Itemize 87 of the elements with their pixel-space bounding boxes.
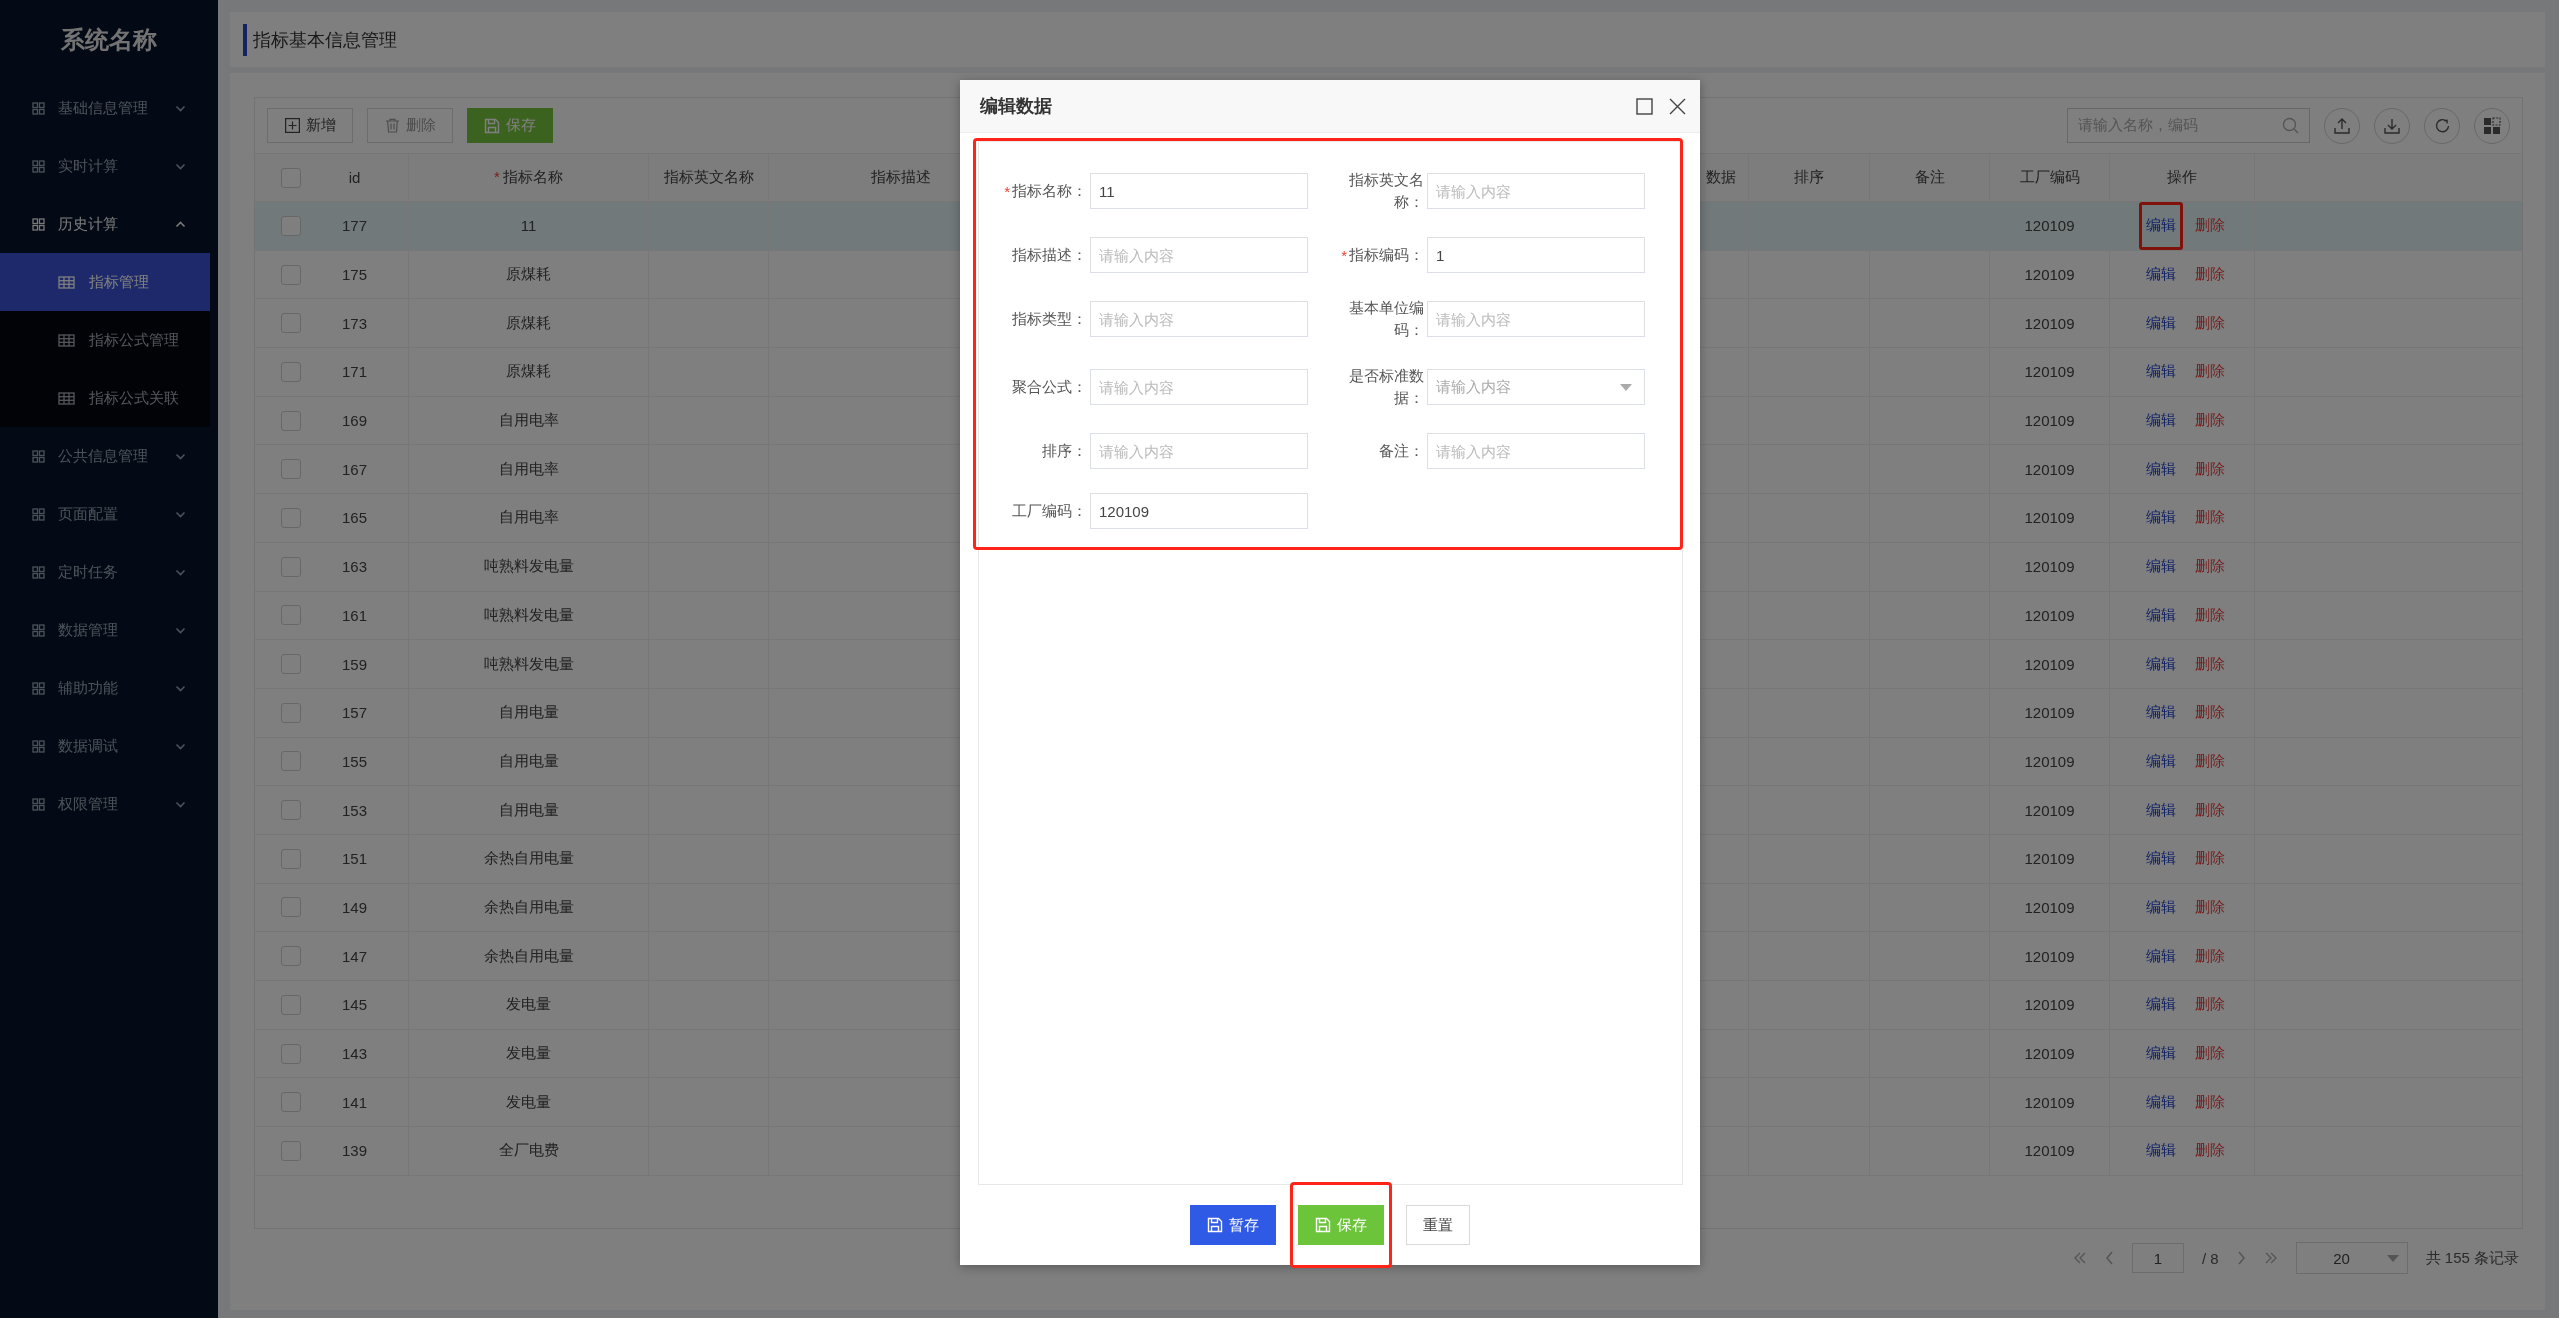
table-cell: 120109: [2024, 412, 2075, 430]
field-label: 工厂编码：: [1012, 501, 1087, 521]
table-cell: 发电量: [506, 1044, 551, 1064]
table-cell: 120109: [2024, 606, 2075, 624]
table-cell: 165: [342, 509, 367, 527]
table-cell: 120109: [2024, 217, 2075, 235]
column-header: * 指标名称: [494, 168, 563, 187]
table-cell: 120109: [2024, 704, 2075, 722]
table-cell: 120109: [2024, 996, 2075, 1014]
field-label: 备注：: [1379, 441, 1424, 461]
table-cell: 自用电量: [498, 800, 559, 820]
record-count: 共 155 条记录: [2425, 1248, 2519, 1268]
column-header: id: [348, 169, 361, 186]
table-cell: 原煤耗: [506, 362, 551, 382]
table-cell: 120109: [2024, 509, 2075, 527]
dialog-title: 编辑数据: [980, 95, 1053, 118]
table-cell: 发电量: [506, 1092, 551, 1112]
table-cell: 自用电量: [498, 703, 559, 723]
table-cell: 11: [520, 217, 537, 235]
table-cell: 143: [342, 1045, 367, 1063]
page-title: 指标基本信息管理: [253, 28, 397, 52]
table-cell: 120109: [2024, 266, 2075, 284]
table-cell: 自用电率: [498, 411, 559, 431]
table-cell: 原煤耗: [506, 265, 551, 285]
table-cell: 169: [342, 412, 367, 430]
table-cell: 自用电率: [498, 459, 559, 479]
table-cell: 120109: [2024, 558, 2075, 576]
table-cell: 余热自用电量: [483, 946, 574, 966]
table-cell: 发电量: [506, 995, 551, 1015]
required-mark: *: [1341, 246, 1347, 264]
table-cell: 173: [342, 314, 367, 332]
table-cell: 153: [342, 801, 367, 819]
table-cell: 自用电率: [498, 508, 559, 528]
page-count: / 8: [2201, 1249, 2219, 1267]
field-label: 聚合公式：: [1012, 377, 1087, 397]
table-cell: 120109: [2024, 1142, 2075, 1160]
field-label: 是否标准数据：: [1348, 366, 1424, 408]
field-label: 排序：: [1042, 441, 1087, 461]
table-cell: 余热自用电量: [483, 849, 574, 869]
table-cell: 120109: [2024, 898, 2075, 916]
table-cell: 120109: [2024, 460, 2075, 478]
table-cell: 161: [342, 606, 367, 624]
table-cell: 120109: [2024, 850, 2075, 868]
column-header: 工厂编码: [2019, 168, 2080, 187]
field-label: 指标名称：: [1012, 181, 1087, 201]
table-cell: 120109: [2024, 947, 2075, 965]
column-header: 排序: [1794, 168, 1824, 187]
table-cell: 自用电量: [498, 751, 559, 771]
table-cell: 155: [342, 752, 367, 770]
table-cell: 120109: [2024, 1093, 2075, 1111]
table-cell: 149: [342, 898, 367, 916]
table-cell: 120109: [2024, 655, 2075, 673]
table-cell: 141: [342, 1093, 367, 1111]
table-cell: 175: [342, 266, 367, 284]
column-header: 指标英文名称: [663, 168, 754, 187]
table-cell: 全厂电费: [498, 1141, 559, 1161]
table-cell: 159: [342, 655, 367, 673]
table-cell: 147: [342, 947, 367, 965]
table-cell: 120109: [2024, 1045, 2075, 1063]
table-cell: 151: [342, 850, 367, 868]
table-cell: 163: [342, 558, 367, 576]
table-cell: 145: [342, 996, 367, 1014]
field-label: 指标编码：: [1349, 245, 1424, 265]
field-label: 指标描述：: [1012, 245, 1087, 265]
required-mark: *: [1004, 182, 1010, 200]
column-header: 操作: [2167, 168, 2197, 187]
table-cell: 120109: [2024, 363, 2075, 381]
table-cell: 吨熟料发电量: [483, 557, 574, 577]
table-cell: 余热自用电量: [483, 897, 574, 917]
table-cell: 177: [342, 217, 367, 235]
field-label: 指标类型：: [1012, 309, 1087, 329]
table-cell: 120109: [2024, 314, 2075, 332]
column-header: 备注: [1914, 168, 1945, 187]
table-cell: 167: [342, 460, 367, 478]
table-cell: 120109: [2024, 801, 2075, 819]
table-cell: 吨熟料发电量: [483, 654, 574, 674]
table-cell: 原煤耗: [506, 313, 551, 333]
column-header: 数据: [1706, 168, 1736, 187]
table-cell: 171: [342, 363, 367, 381]
table-cell: 139: [342, 1142, 367, 1160]
column-header: 指标描述: [870, 168, 931, 187]
field-label: 指标英文名称：: [1348, 170, 1424, 212]
table-cell: 吨熟料发电量: [483, 605, 574, 625]
field-label: 基本单位编码：: [1348, 298, 1424, 340]
table-cell: 120109: [2024, 752, 2075, 770]
table-cell: 157: [342, 704, 367, 722]
system-title: 系统名称: [60, 24, 158, 55]
